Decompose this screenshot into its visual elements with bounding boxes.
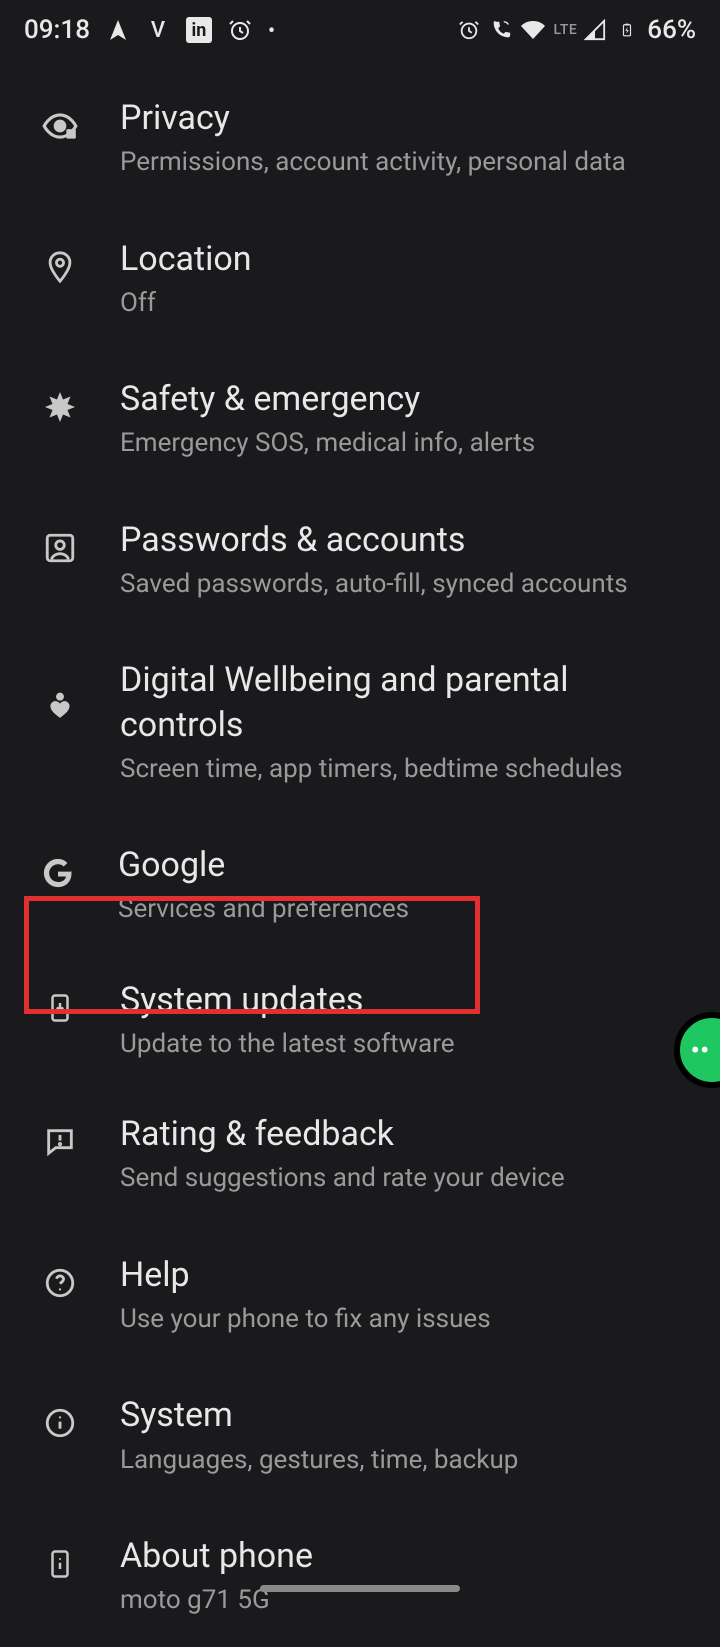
settings-item-system[interactable]: System Languages, gestures, time, backup xyxy=(0,1365,720,1506)
settings-item-safety[interactable]: Safety & emergency Emergency SOS, medica… xyxy=(0,349,720,490)
item-text: Passwords & accounts Saved passwords, au… xyxy=(120,518,696,603)
item-text: Privacy Permissions, account activity, p… xyxy=(120,96,696,181)
item-title: Rating & feedback xyxy=(120,1112,696,1156)
help-icon xyxy=(40,1263,80,1303)
item-subtitle: Languages, gestures, time, backup xyxy=(120,1442,696,1478)
more-notifications-icon: • xyxy=(268,20,275,40)
gesture-bar[interactable] xyxy=(260,1585,460,1592)
item-text: System updates Update to the latest soft… xyxy=(120,978,696,1063)
settings-item-location[interactable]: Location Off xyxy=(0,209,720,350)
status-time: 09:18 xyxy=(24,15,90,45)
settings-item-passwords[interactable]: Passwords & accounts Saved passwords, au… xyxy=(0,490,720,631)
item-subtitle: Permissions, account activity, personal … xyxy=(120,144,696,180)
item-text: Digital Wellbeing and parental controls … xyxy=(120,658,696,787)
settings-item-feedback[interactable]: Rating & feedback Send suggestions and r… xyxy=(0,1084,720,1225)
item-title: System updates xyxy=(120,978,696,1022)
emergency-icon xyxy=(40,387,80,427)
system-update-icon xyxy=(40,988,80,1028)
item-text: System Languages, gestures, time, backup xyxy=(120,1393,696,1478)
settings-list: Privacy Permissions, account activity, p… xyxy=(0,60,720,1647)
item-subtitle: Saved passwords, auto-fill, synced accou… xyxy=(120,566,696,602)
send-icon xyxy=(106,18,130,42)
item-text: Google Services and preferences xyxy=(118,843,696,928)
privacy-icon xyxy=(40,106,80,146)
more-dots-icon: •• xyxy=(691,1034,710,1067)
battery-icon xyxy=(615,18,639,42)
google-icon xyxy=(38,853,78,893)
network-type-label: LTE xyxy=(553,22,577,38)
item-subtitle: Use your phone to fix any issues xyxy=(120,1301,696,1337)
settings-item-wellbeing[interactable]: Digital Wellbeing and parental controls … xyxy=(0,630,720,815)
item-subtitle: Emergency SOS, medical info, alerts xyxy=(120,425,696,461)
battery-percentage: 66% xyxy=(647,15,696,45)
about-phone-icon xyxy=(40,1544,80,1584)
settings-item-google[interactable]: Google Services and preferences xyxy=(0,815,720,956)
item-subtitle: Services and preferences xyxy=(118,891,696,927)
item-title: Safety & emergency xyxy=(120,377,696,421)
settings-item-privacy[interactable]: Privacy Permissions, account activity, p… xyxy=(0,68,720,209)
item-text: Rating & feedback Send suggestions and r… xyxy=(120,1112,696,1197)
item-title: Google xyxy=(118,843,696,887)
status-bar: 09:18 V in • LTE 66% xyxy=(0,0,720,60)
wifi-icon xyxy=(521,18,545,42)
item-text: Safety & emergency Emergency SOS, medica… xyxy=(120,377,696,462)
item-title: Privacy xyxy=(120,96,696,140)
signal-icon xyxy=(583,18,607,42)
wifi-calling-icon xyxy=(489,18,513,42)
location-icon xyxy=(40,247,80,287)
status-left: 09:18 V in • xyxy=(24,15,275,45)
item-subtitle: Send suggestions and rate your device xyxy=(120,1160,696,1196)
status-right: LTE 66% xyxy=(457,15,696,45)
item-title: About phone xyxy=(120,1534,696,1578)
item-title: Digital Wellbeing and parental controls xyxy=(120,658,696,746)
account-box-icon xyxy=(40,528,80,568)
linkedin-icon: in xyxy=(186,17,212,43)
wellbeing-icon xyxy=(40,686,80,726)
item-subtitle: Off xyxy=(120,285,696,321)
item-title: Passwords & accounts xyxy=(120,518,696,562)
item-subtitle: Update to the latest software xyxy=(120,1026,696,1062)
item-subtitle: Screen time, app timers, bedtime schedul… xyxy=(120,751,696,787)
letter-v-icon: V xyxy=(146,18,170,42)
feedback-icon xyxy=(40,1122,80,1162)
settings-item-help[interactable]: Help Use your phone to fix any issues xyxy=(0,1225,720,1366)
item-text: About phone moto g71 5G xyxy=(120,1534,696,1619)
settings-item-system-updates[interactable]: System updates Update to the latest soft… xyxy=(0,956,720,1085)
item-text: Help Use your phone to fix any issues xyxy=(120,1253,696,1338)
item-title: Help xyxy=(120,1253,696,1297)
alarm-icon xyxy=(457,18,481,42)
settings-item-about-phone[interactable]: About phone moto g71 5G xyxy=(0,1506,720,1647)
item-text: Location Off xyxy=(120,237,696,322)
item-title: Location xyxy=(120,237,696,281)
item-title: System xyxy=(120,1393,696,1437)
alarm-notification-icon xyxy=(228,18,252,42)
info-icon xyxy=(40,1403,80,1443)
